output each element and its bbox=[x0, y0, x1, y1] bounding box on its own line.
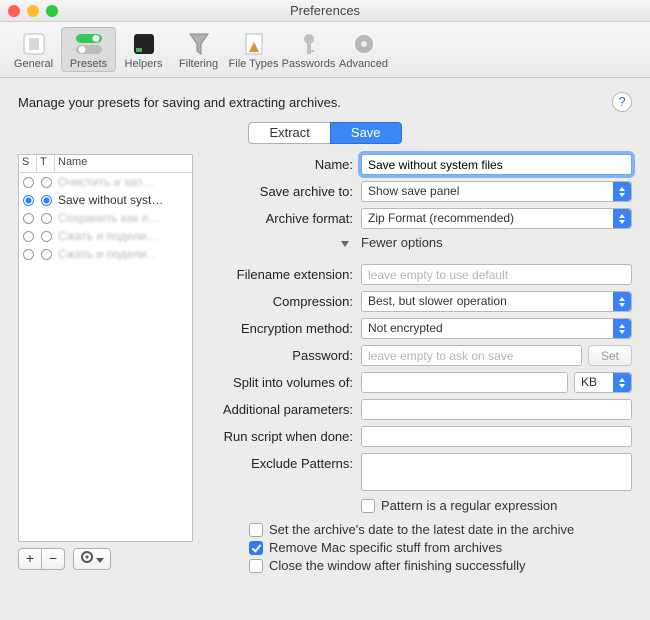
list-item[interactable]: Сжать и подели… bbox=[19, 245, 192, 263]
chevron-down-icon bbox=[96, 550, 104, 568]
ext-label: Filename extension: bbox=[205, 267, 361, 282]
params-field[interactable] bbox=[361, 399, 632, 420]
toolbar-passwords[interactable]: Passwords bbox=[281, 27, 336, 72]
updown-icon bbox=[613, 373, 631, 392]
toolbar-filtering[interactable]: Filtering bbox=[171, 27, 226, 72]
tab-extract[interactable]: Extract bbox=[248, 122, 330, 144]
split-field[interactable] bbox=[361, 372, 568, 393]
remove-mac-checkbox[interactable] bbox=[249, 541, 263, 555]
updown-icon bbox=[613, 319, 631, 338]
regex-label: Pattern is a regular expression bbox=[381, 498, 557, 513]
remove-button[interactable]: − bbox=[41, 548, 65, 570]
filtering-icon bbox=[171, 31, 226, 57]
archive-date-checkbox[interactable] bbox=[249, 523, 263, 537]
toolbar-general[interactable]: General bbox=[6, 27, 61, 72]
toolbar-filetypes[interactable]: File Types bbox=[226, 27, 281, 72]
radio-s[interactable] bbox=[23, 249, 34, 260]
radio-t[interactable] bbox=[41, 249, 52, 260]
preset-list[interactable]: S T Name Очистить и зап… Save without sys… bbox=[18, 154, 193, 542]
list-header: S T Name bbox=[19, 155, 192, 173]
zoom-icon[interactable] bbox=[46, 5, 58, 17]
window-controls[interactable] bbox=[8, 5, 58, 17]
radio-t[interactable] bbox=[41, 231, 52, 242]
compression-select[interactable]: Best, but slower operation bbox=[361, 291, 632, 312]
list-item-name: Save without syst… bbox=[55, 193, 192, 207]
radio-s[interactable] bbox=[23, 231, 34, 242]
format-select[interactable]: Zip Format (recommended) bbox=[361, 208, 632, 229]
close-window-checkbox[interactable] bbox=[249, 559, 263, 573]
mode-tabs: Extract Save bbox=[0, 122, 650, 144]
list-item-name: Сохранить как е… bbox=[55, 211, 192, 225]
minimize-icon[interactable] bbox=[27, 5, 39, 17]
saveto-select[interactable]: Show save panel bbox=[361, 181, 632, 202]
saveto-label: Save archive to: bbox=[205, 184, 361, 199]
exclude-label: Exclude Patterns: bbox=[205, 453, 361, 471]
add-button[interactable]: + bbox=[18, 548, 42, 570]
list-item-name: Сжать и подели… bbox=[55, 247, 192, 261]
window-title: Preferences bbox=[290, 3, 360, 18]
updown-icon bbox=[613, 182, 631, 201]
toolbar-advanced[interactable]: Advanced bbox=[336, 27, 391, 72]
regex-checkbox[interactable] bbox=[361, 499, 375, 513]
ext-field[interactable] bbox=[361, 264, 632, 285]
passwords-icon bbox=[281, 31, 336, 57]
list-item-name: Сжать и подели… bbox=[55, 229, 192, 243]
set-password-button[interactable]: Set bbox=[588, 345, 632, 366]
general-icon bbox=[6, 31, 61, 57]
radio-t[interactable] bbox=[41, 213, 52, 224]
help-button[interactable]: ? bbox=[612, 92, 632, 112]
list-item-name: Очистить и зап… bbox=[55, 175, 192, 189]
helpers-icon bbox=[116, 31, 171, 57]
radio-s[interactable] bbox=[23, 195, 34, 206]
list-item[interactable]: Очистить и зап… bbox=[19, 173, 192, 191]
encryption-label: Encryption method: bbox=[205, 321, 361, 336]
password-label: Password: bbox=[205, 348, 361, 363]
radio-t[interactable] bbox=[41, 177, 52, 188]
gear-icon bbox=[80, 550, 94, 568]
radio-s[interactable] bbox=[23, 213, 34, 224]
split-unit-select[interactable]: KB bbox=[574, 372, 632, 393]
params-label: Additional parameters: bbox=[205, 402, 361, 417]
name-field[interactable] bbox=[361, 154, 632, 175]
list-item[interactable]: Save without syst… bbox=[19, 191, 192, 209]
exclude-field[interactable] bbox=[361, 453, 632, 491]
updown-icon bbox=[613, 209, 631, 228]
toolbar-helpers[interactable]: Helpers bbox=[116, 27, 171, 72]
radio-t[interactable] bbox=[41, 195, 52, 206]
script-label: Run script when done: bbox=[205, 429, 361, 444]
password-field[interactable] bbox=[361, 345, 582, 366]
filetypes-icon bbox=[226, 31, 281, 57]
close-icon[interactable] bbox=[8, 5, 20, 17]
presets-icon bbox=[61, 31, 116, 57]
toolbar: General Presets Helpers Filtering File T… bbox=[0, 22, 650, 78]
page-description: Manage your presets for saving and extra… bbox=[18, 95, 341, 110]
toolbar-presets[interactable]: Presets bbox=[61, 27, 116, 72]
encryption-select[interactable]: Not encrypted bbox=[361, 318, 632, 339]
fewer-options-disclosure[interactable] bbox=[205, 235, 361, 250]
list-item[interactable]: Сохранить как е… bbox=[19, 209, 192, 227]
fewer-options-label[interactable]: Fewer options bbox=[361, 235, 443, 250]
format-label: Archive format: bbox=[205, 211, 361, 226]
action-menu-button[interactable] bbox=[73, 548, 111, 570]
split-label: Split into volumes of: bbox=[205, 375, 361, 390]
remove-mac-label: Remove Mac specific stuff from archives bbox=[269, 540, 502, 555]
script-field[interactable] bbox=[361, 426, 632, 447]
name-label: Name: bbox=[205, 157, 361, 172]
radio-s[interactable] bbox=[23, 177, 34, 188]
advanced-icon bbox=[336, 31, 391, 57]
archive-date-label: Set the archive's date to the latest dat… bbox=[269, 522, 574, 537]
triangle-down-icon bbox=[341, 241, 349, 247]
titlebar: Preferences bbox=[0, 0, 650, 22]
close-window-label: Close the window after finishing success… bbox=[269, 558, 526, 573]
compression-label: Compression: bbox=[205, 294, 361, 309]
list-item[interactable]: Сжать и подели… bbox=[19, 227, 192, 245]
updown-icon bbox=[613, 292, 631, 311]
tab-save[interactable]: Save bbox=[330, 122, 402, 144]
